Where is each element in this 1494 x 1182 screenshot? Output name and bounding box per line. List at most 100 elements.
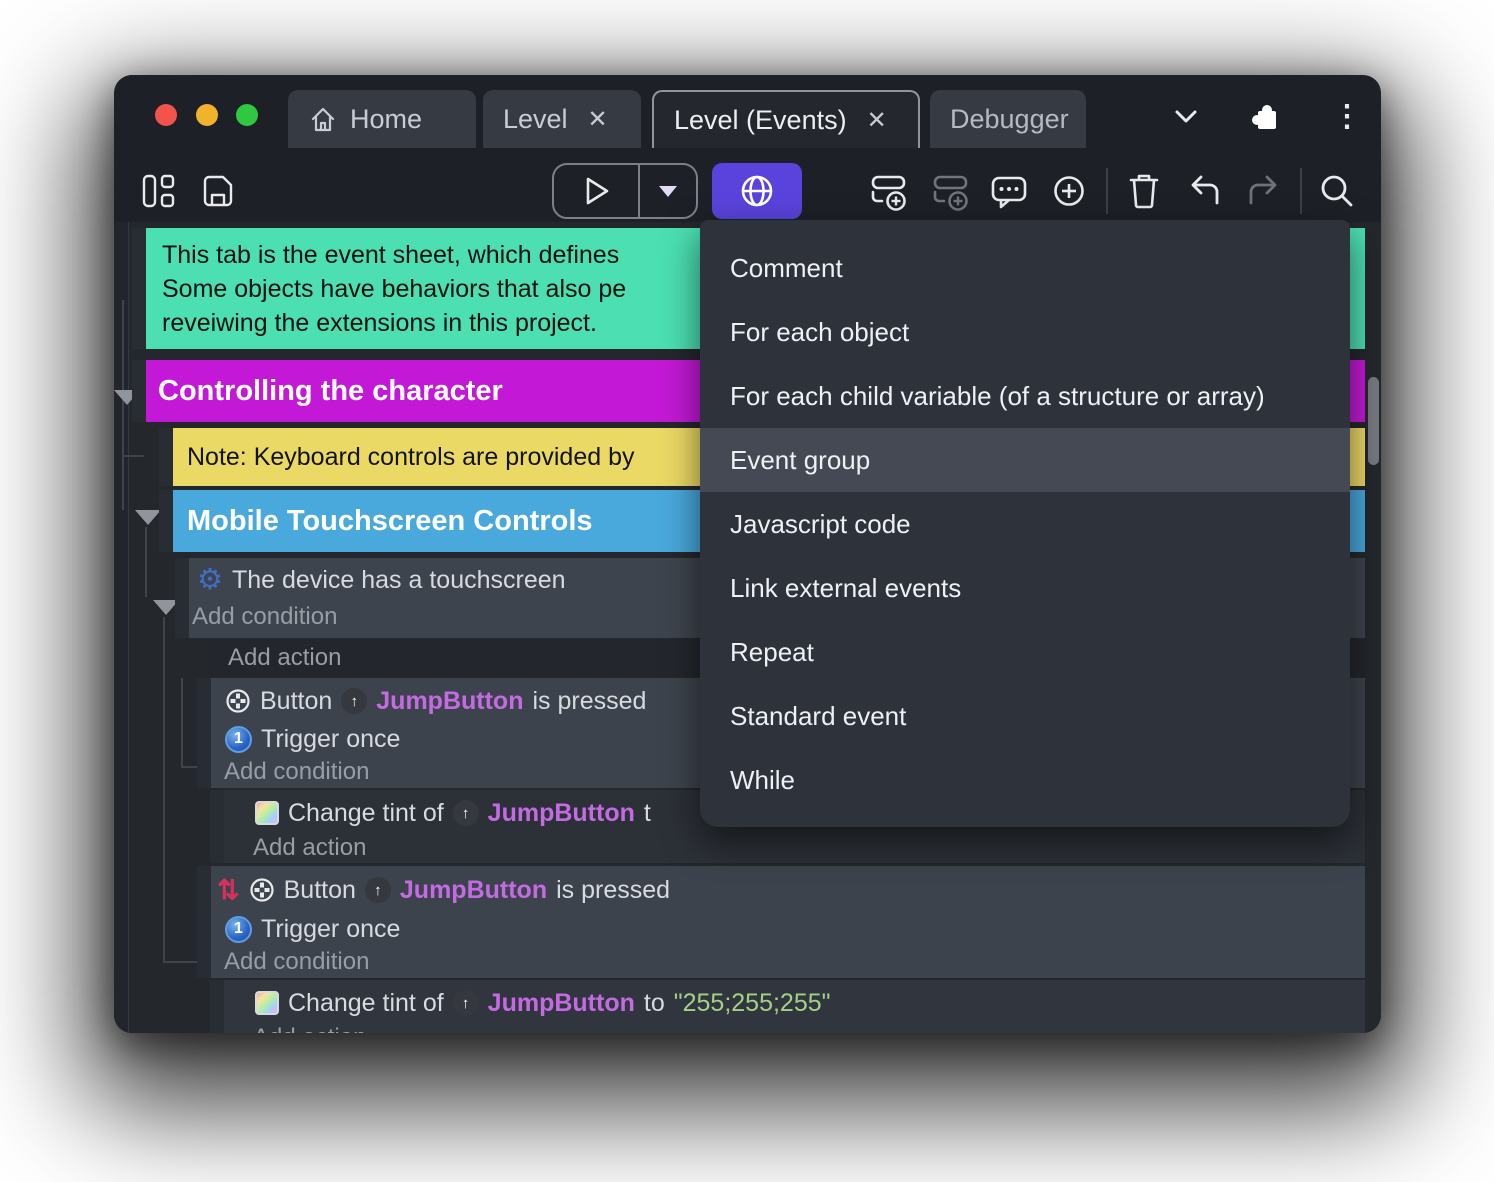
add-condition-link[interactable]: Add condition	[224, 758, 369, 786]
menu-item-event-group[interactable]: Event group	[700, 428, 1350, 492]
comment-bubble-icon	[991, 176, 1027, 209]
overflow-menu-icon[interactable]: ⋮	[1332, 99, 1362, 134]
group-title: Mobile Touchscreen Controls	[187, 504, 593, 537]
home-icon	[311, 107, 335, 132]
object-thumbnail-icon: ↑	[452, 800, 479, 826]
caret-down-icon	[659, 185, 677, 197]
action-change-tint-white[interactable]: Change tint of ↑ JumpButton to "255;255;…	[224, 980, 1365, 1033]
tab-level-label: Level	[503, 103, 568, 134]
note-text: Note: Keyboard controls are provided by	[187, 442, 635, 471]
menu-item-javascript-code[interactable]: Javascript code	[700, 492, 1350, 556]
close-icon[interactable]: ✕	[867, 106, 887, 135]
preview-options-dropdown[interactable]	[640, 185, 696, 197]
event-drag-handle[interactable]	[210, 790, 224, 863]
add-condition-link[interactable]: Add condition	[224, 948, 369, 976]
vertical-scrollbar[interactable]	[1368, 377, 1379, 465]
layout-icon	[142, 174, 175, 208]
save-button[interactable]	[198, 163, 238, 219]
condition-predicate: is pressed	[532, 686, 647, 715]
tree-guide-line	[145, 527, 147, 597]
menu-item-for-each-child-variable[interactable]: For each child variable (of a structure …	[700, 364, 1350, 428]
event-drag-handle[interactable]	[197, 866, 211, 978]
add-subevent-button[interactable]	[928, 163, 974, 219]
menu-item-link-external-events[interactable]: Link external events	[700, 556, 1350, 620]
action-string-value: "255;255;255"	[673, 988, 831, 1017]
menu-item-while[interactable]: While	[700, 748, 1350, 812]
play-preview-button[interactable]	[554, 175, 638, 207]
save-icon	[203, 175, 233, 207]
maximize-window-button[interactable]	[236, 104, 258, 126]
trigger-once-icon: 1	[225, 725, 252, 753]
menu-item-repeat[interactable]: Repeat	[700, 620, 1350, 684]
add-event-button[interactable]	[866, 163, 912, 219]
redo-icon	[1249, 175, 1277, 205]
divider	[1300, 168, 1302, 214]
undo-icon	[1191, 175, 1219, 205]
tree-guide-line	[181, 678, 183, 768]
event-drag-handle[interactable]	[132, 228, 146, 349]
condition-predicate: is pressed	[556, 875, 671, 904]
panels-layout-button[interactable]	[139, 163, 179, 219]
trigger-once-icon: 1	[225, 915, 252, 943]
tint-color-icon	[255, 991, 279, 1015]
tree-guide-tick	[122, 455, 144, 457]
object-thumbnail-icon: ↑	[452, 990, 479, 1016]
play-icon	[586, 177, 609, 205]
delete-button[interactable]	[1122, 163, 1166, 219]
add-subevent-icon	[933, 175, 968, 211]
close-icon[interactable]: ✕	[588, 105, 608, 134]
group-title: Controlling the character	[158, 374, 503, 407]
search-button[interactable]	[1314, 163, 1360, 219]
redo-button[interactable]	[1242, 163, 1286, 219]
tab-home[interactable]: Home	[288, 90, 476, 148]
tab-debugger-label: Debugger	[950, 103, 1069, 134]
search-icon	[1321, 175, 1353, 207]
add-action-link[interactable]: Add action	[228, 644, 341, 672]
close-window-button[interactable]	[155, 104, 177, 126]
menu-item-for-each-object[interactable]: For each object	[700, 300, 1350, 364]
object-thumbnail-icon: ↑	[341, 688, 368, 714]
menu-item-comment[interactable]: Comment	[700, 236, 1350, 300]
inverted-condition-icon: ⇅	[217, 874, 240, 905]
object-thumbnail-icon: ↑	[364, 877, 391, 903]
add-something-button[interactable]	[1046, 163, 1092, 219]
tree-guide-line	[122, 407, 124, 510]
tab-level[interactable]: Level ✕	[483, 90, 641, 148]
action-text-tail: t	[643, 798, 651, 827]
action-text: Change tint of	[288, 798, 444, 827]
tab-level-events[interactable]: Level (Events) ✕	[652, 90, 920, 148]
condition-object: Button	[283, 875, 356, 904]
network-preview-button[interactable]	[712, 163, 802, 219]
minimize-window-button[interactable]	[196, 104, 218, 126]
undo-button[interactable]	[1182, 163, 1226, 219]
system-gear-icon: ⚙	[197, 563, 223, 596]
condition-object: Button	[260, 686, 333, 715]
condition-text: Trigger once	[261, 724, 401, 753]
object-name: JumpButton	[376, 686, 524, 715]
add-condition-link[interactable]: Add condition	[192, 603, 337, 631]
menu-item-standard-event[interactable]: Standard event	[700, 684, 1350, 748]
trash-icon	[1129, 174, 1159, 209]
app-window: Home Level ✕ Level (Events) ✕ Debugger ⋮…	[114, 75, 1381, 1033]
extensions-puzzle-icon[interactable]	[1246, 99, 1282, 135]
chevron-down-icon[interactable]	[1172, 105, 1200, 129]
event-jumpbutton-pressed-inverted[interactable]: ⇅ Button ↑ JumpButton is pressed 1 Trigg…	[211, 866, 1365, 978]
event-drag-handle[interactable]	[159, 428, 173, 486]
event-drag-handle[interactable]	[132, 360, 146, 422]
screen: Home Level ✕ Level (Events) ✕ Debugger ⋮…	[0, 0, 1494, 1182]
event-drag-handle[interactable]	[197, 678, 211, 788]
event-drag-handle[interactable]	[159, 490, 173, 552]
action-text: to	[643, 988, 665, 1017]
add-comment-button[interactable]	[986, 163, 1032, 219]
tab-debugger[interactable]: Debugger	[930, 90, 1086, 148]
event-drag-handle[interactable]	[175, 558, 189, 638]
object-name: JumpButton	[487, 798, 635, 827]
add-action-link[interactable]: Add action	[253, 1024, 366, 1033]
collapse-group-arrow[interactable]	[135, 510, 161, 525]
object-name: JumpButton	[487, 988, 635, 1017]
globe-icon	[741, 175, 773, 207]
divider	[1106, 168, 1108, 214]
event-drag-handle[interactable]	[210, 980, 224, 1033]
add-action-link[interactable]: Add action	[253, 834, 366, 862]
condition-text: The device has a touchscreen	[232, 565, 566, 594]
